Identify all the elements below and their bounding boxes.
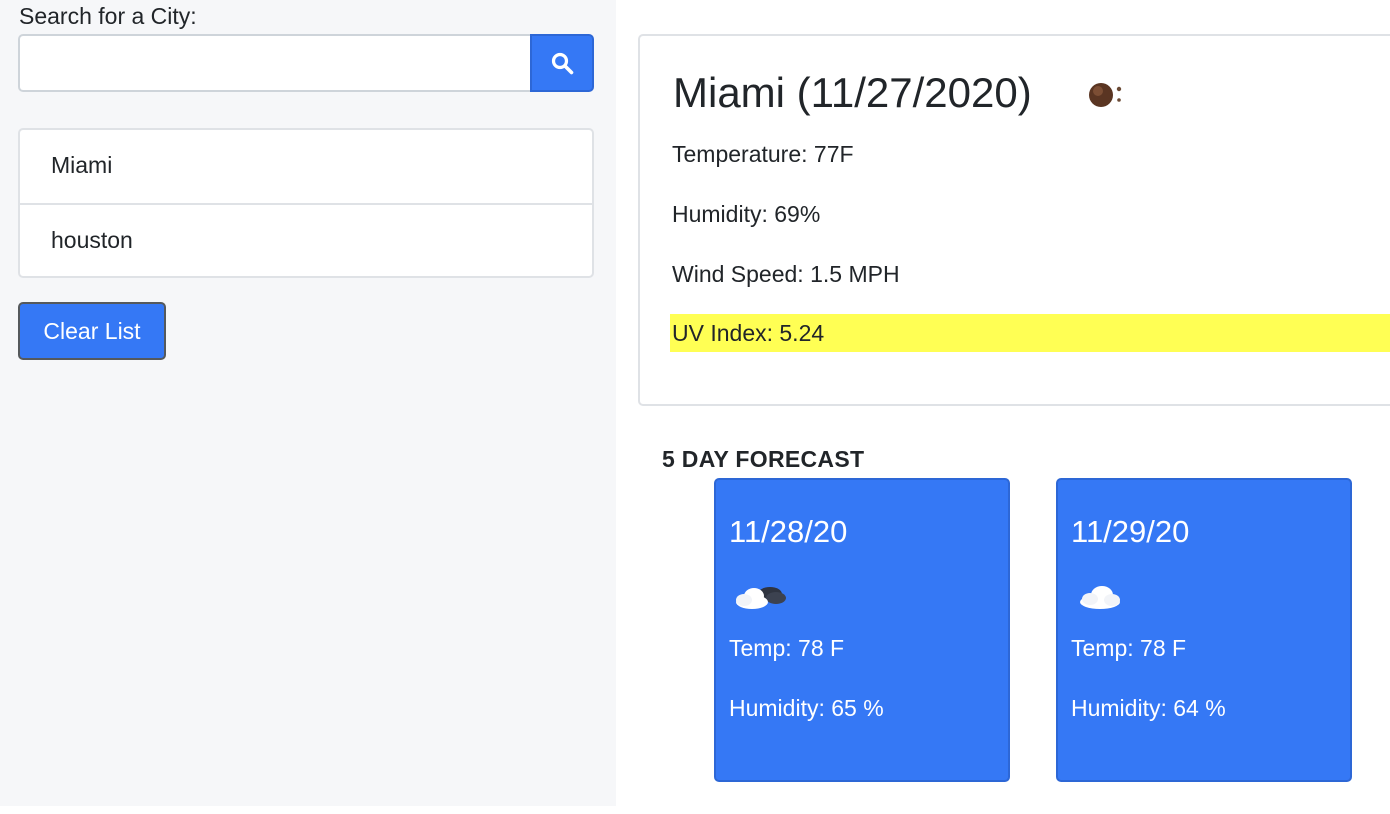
city-title: Miami (11/27/2020) bbox=[673, 69, 1032, 116]
cloud-moon-icon bbox=[736, 587, 786, 609]
sidebar: Search for a City: Miami houston Clear L… bbox=[0, 0, 616, 806]
forecast-humidity: Humidity: 65 % bbox=[729, 695, 884, 721]
current-wind-speed: Wind Speed: 1.5 MPH bbox=[672, 261, 900, 287]
search-history-list: Miami houston bbox=[18, 128, 594, 278]
current-weather-card: Miami (11/27/2020) Temperature: 77F Humi… bbox=[638, 34, 1390, 406]
forecast-temp: Temp: 78 F bbox=[1071, 635, 1187, 661]
forecast-card: 11/29/20 Temp: 78 F Humidity: 64 % bbox=[1056, 478, 1352, 782]
search-icon bbox=[551, 52, 574, 75]
current-temperature: Temperature: 77F bbox=[672, 141, 854, 167]
clear-list-button[interactable]: Clear List bbox=[18, 302, 166, 360]
search-label: Search for a City: bbox=[19, 3, 197, 29]
forecast-humidity: Humidity: 64 % bbox=[1071, 695, 1226, 721]
forecast-card: 11/28/20 Temp: 78 F Humidity: 65 % bbox=[714, 478, 1010, 782]
cloud-icon bbox=[1080, 586, 1120, 609]
moon-icon bbox=[1089, 83, 1122, 107]
uv-index-badge: UV Index: 5.24 bbox=[670, 314, 1390, 352]
history-item-houston[interactable]: houston bbox=[20, 203, 592, 276]
history-item-miami[interactable]: Miami bbox=[20, 130, 592, 203]
current-humidity: Humidity: 69% bbox=[672, 201, 821, 227]
forecast-date: 11/29/20 bbox=[1071, 514, 1190, 549]
forecast-heading: 5 DAY FORECAST bbox=[662, 446, 865, 472]
forecast-temp: Temp: 78 F bbox=[729, 635, 845, 661]
weather-dashboard: Search for a City: Miami houston Clear L… bbox=[0, 0, 1390, 814]
search-row bbox=[18, 34, 594, 92]
search-button[interactable] bbox=[530, 34, 594, 92]
search-input[interactable] bbox=[18, 34, 530, 92]
forecast-date: 11/28/20 bbox=[729, 514, 848, 549]
